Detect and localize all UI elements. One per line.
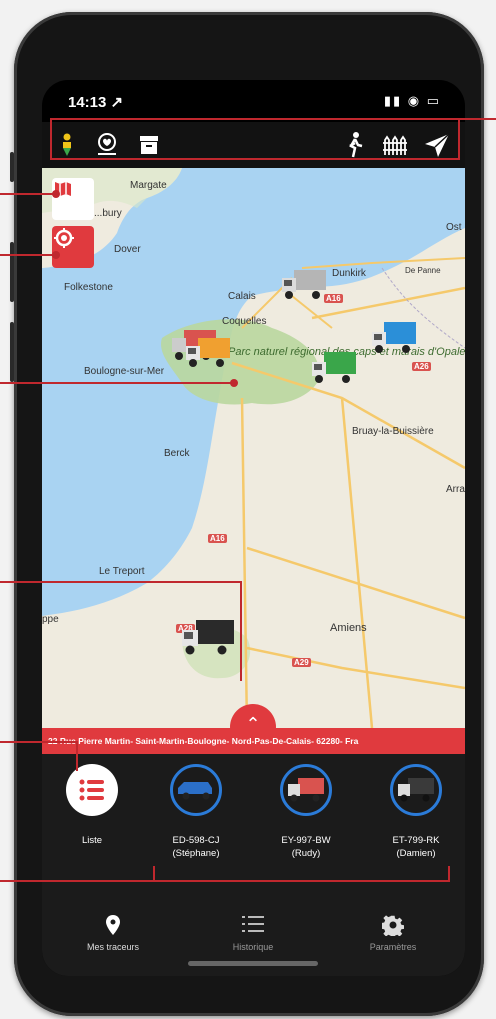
tracker-plate: ED-598-CJ	[172, 835, 220, 846]
list-icon	[79, 779, 104, 801]
tracker-item[interactable]: ED-598-CJ (Stéphane)	[146, 764, 246, 860]
place-margate: Margate	[130, 180, 167, 191]
place-arras: Arra	[446, 484, 465, 495]
tracker-driver: (Rudy)	[291, 848, 321, 859]
truck-marker-orange[interactable]	[184, 336, 232, 370]
list-circle	[66, 764, 118, 816]
tracker-avatar	[170, 764, 222, 816]
truck-red-icon	[288, 778, 324, 802]
callout-line	[153, 866, 155, 882]
tab-parametres[interactable]: Paramètres	[338, 914, 448, 952]
van-icon	[178, 782, 212, 800]
tracker-item[interactable]: ET-799-RK (Damien)	[366, 764, 465, 860]
tracker-avatar	[280, 764, 332, 816]
place-park: Parc naturel régional des caps et marais…	[228, 346, 465, 358]
tracker-avatar	[390, 764, 442, 816]
tracker-driver: (Stéphane)	[172, 848, 220, 859]
callout-line	[0, 193, 56, 195]
tracker-driver: (Damien)	[396, 848, 436, 859]
callout-line	[76, 741, 78, 771]
locate-button[interactable]	[52, 226, 94, 268]
tracker-plate: EY-997-BW	[281, 835, 331, 846]
callout-dot	[230, 379, 238, 387]
callout-line	[458, 118, 496, 120]
truck-marker-gray[interactable]	[280, 268, 328, 302]
callout-line	[0, 382, 234, 384]
truck-marker-green[interactable]	[310, 350, 358, 386]
place-ost: Ost	[446, 222, 462, 233]
target-icon	[54, 228, 74, 248]
tracker-strip: Liste ED-598-CJ (Stéphane) EY-997-BW (Ru…	[42, 754, 465, 894]
map-layers-button[interactable]	[52, 178, 94, 220]
phone-screen: 14:13 ↗ ▮▮ ◉ ▭ Margate ...bury Dover Fol…	[42, 80, 465, 976]
list-icon	[198, 914, 308, 942]
place-coquelles: Coquelles	[222, 316, 267, 327]
tracker-list-button[interactable]: Liste	[42, 764, 142, 847]
road-a16-mid: A16	[208, 534, 227, 543]
pin-icon	[58, 914, 168, 942]
road-a29: A29	[292, 658, 311, 667]
tab-mes-traceurs[interactable]: Mes traceurs	[58, 914, 168, 952]
tracker-plate: ET-799-RK	[392, 835, 440, 846]
address-banner: 22 Rue Pierre Martin- Saint-Martin-Boulo…	[42, 728, 465, 754]
callout-line	[448, 866, 450, 882]
mute-switch	[10, 152, 14, 182]
home-indicator	[188, 961, 318, 966]
tab-label: Historique	[232, 942, 274, 952]
place-dunkirk: Dunkirk	[332, 268, 366, 279]
tracker-label: Liste	[81, 835, 103, 846]
callout-line	[0, 741, 78, 743]
map-view[interactable]: Margate ...bury Dover Folkestone Calais …	[42, 168, 465, 728]
place-bruay: Bruay-la-Buissière	[352, 426, 434, 437]
callout-line	[0, 880, 450, 882]
tab-historique[interactable]: Historique	[198, 914, 308, 952]
tracker-item[interactable]: EY-997-BW (Rudy)	[256, 764, 356, 860]
tab-bar: Mes traceurs Historique Paramètres	[42, 894, 465, 976]
status-bar: 14:13 ↗ ▮▮ ◉ ▭	[42, 80, 465, 122]
place-berck: Berck	[164, 448, 190, 459]
place-le-treport: Le Treport	[99, 566, 145, 577]
place-amiens: Amiens	[330, 622, 367, 634]
tab-label: Mes traceurs	[86, 942, 139, 952]
toolbar-highlight-frame	[50, 118, 460, 160]
place-boulogne: Boulogne-sur-Mer	[84, 366, 165, 377]
place-folkestone: Folkestone	[64, 282, 113, 293]
map-background	[42, 168, 465, 728]
gear-icon	[338, 914, 448, 942]
volume-down-button	[10, 322, 14, 382]
tab-label: Paramètres	[369, 942, 417, 952]
place-de-panne: De Panne	[405, 266, 441, 275]
place-dieppe: ppe	[42, 614, 59, 625]
truck-black-icon	[398, 778, 434, 802]
truck-marker-black[interactable]	[180, 618, 236, 658]
callout-dot	[52, 251, 60, 259]
place-dover: Dover	[114, 244, 141, 255]
callout-dot	[52, 190, 60, 198]
place-calais: Calais	[228, 291, 256, 302]
status-time: 14:13 ↗	[68, 94, 124, 111]
callout-line	[240, 581, 242, 681]
callout-line	[0, 254, 56, 256]
callout-line	[0, 581, 242, 583]
place-canterbury: ...bury	[94, 208, 122, 219]
volume-up-button	[10, 242, 14, 302]
road-a26: A26	[412, 362, 431, 371]
truck-marker-blue[interactable]	[370, 320, 418, 356]
status-icons: ▮▮ ◉ ▭	[383, 93, 441, 108]
